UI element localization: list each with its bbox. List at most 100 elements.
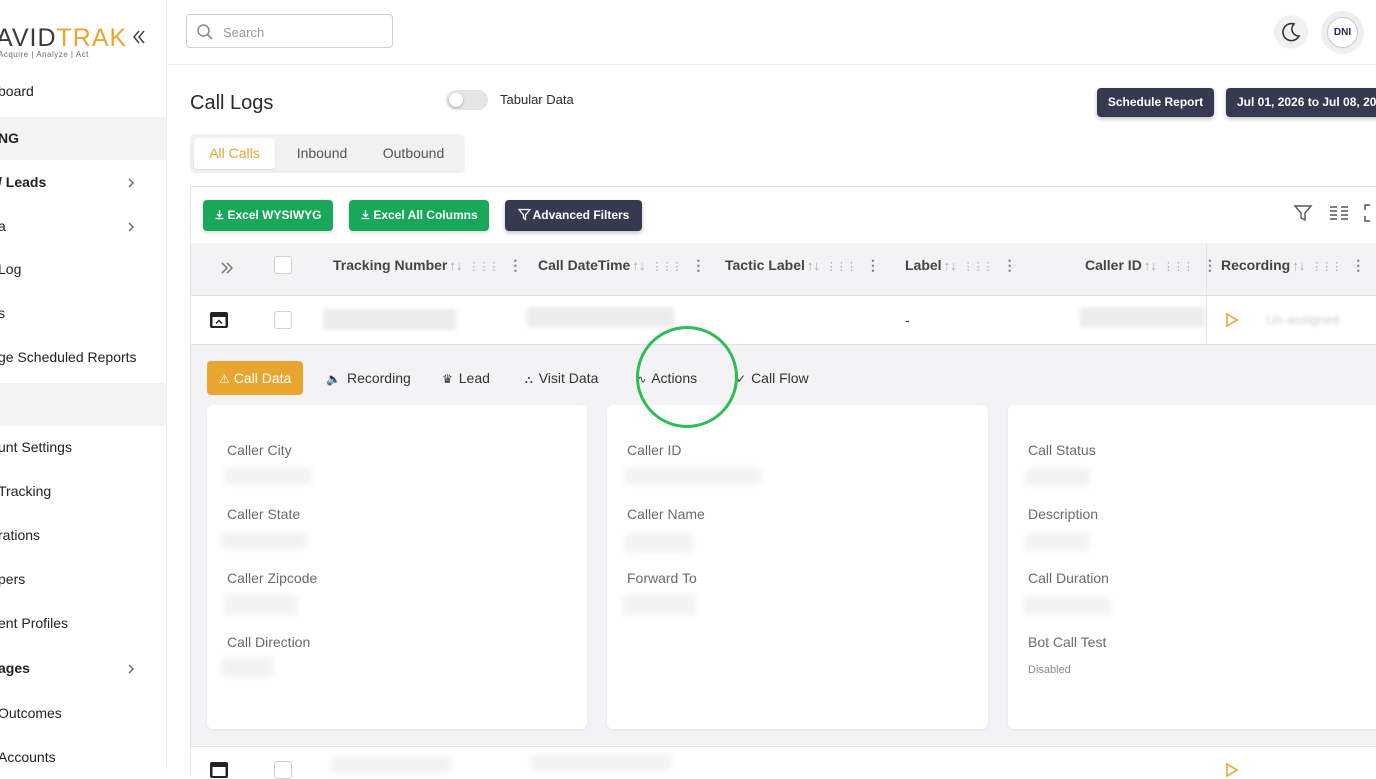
detail-tab-visit-data[interactable]: ⛬ Visit Data: [525, 361, 598, 395]
sidebar-item-call-log[interactable]: Log: [0, 250, 166, 290]
table-row[interactable]: Un-assigned: [191, 296, 1376, 345]
sidebar-section-tracking: NG: [0, 117, 166, 160]
caller-state-label: Caller State: [227, 506, 301, 522]
sort-icon[interactable]: ↑↓: [1144, 258, 1157, 273]
tabular-data-toggle[interactable]: [446, 90, 488, 110]
column-header-call-datetime[interactable]: Call DateTime ↑↓ ⋮⋮⋮ ⋮: [538, 257, 705, 274]
sidebar-item-account-settings[interactable]: unt Settings: [0, 428, 166, 468]
row-checkbox[interactable]: [274, 761, 292, 779]
logo: AVIDTRAK: [0, 24, 127, 53]
column-menu-icon[interactable]: ⋮: [691, 257, 705, 273]
advanced-filters-label: Advanced Filters: [532, 208, 630, 222]
download-icon: [214, 209, 225, 220]
sidebar-item-dashboard[interactable]: board: [0, 72, 166, 112]
columns-icon[interactable]: [1328, 202, 1350, 224]
warning-icon: ⚠: [219, 372, 230, 386]
play-recording-icon[interactable]: [1225, 762, 1239, 778]
call-data-card-caller: Caller ID Caller Name Forward To: [607, 405, 988, 729]
column-header-tracking-number[interactable]: Tracking Number ↑↓ ⋮⋮⋮ ⋮: [333, 257, 522, 274]
collapse-row-icon[interactable]: [209, 311, 229, 329]
detail-tab-recording[interactable]: 🔈 Recording: [326, 361, 411, 395]
header-divider: [166, 64, 1376, 65]
column-header-label[interactable]: Label ↑↓ ⋮⋮⋮ ⋮: [905, 257, 1017, 274]
column-menu-icon[interactable]: ⋮: [1203, 257, 1217, 273]
expand-all-icon[interactable]: [219, 260, 235, 276]
sidebar-item-label: unt Settings: [0, 439, 72, 455]
sidebar-item-reports[interactable]: s: [0, 294, 166, 334]
tab-inbound[interactable]: Inbound: [282, 138, 362, 169]
fullscreen-icon[interactable]: [1362, 202, 1376, 224]
sidebar-item-label: ages: [0, 660, 30, 676]
sort-icon[interactable]: ↑↓: [632, 258, 645, 273]
sort-icon[interactable]: ↑↓: [807, 258, 820, 273]
drag-handle-icon[interactable]: ⋮⋮⋮: [826, 261, 857, 273]
advanced-filters-button[interactable]: Advanced Filters: [505, 200, 642, 231]
excel-wysiwyg-button[interactable]: Excel WYSIWYG: [203, 200, 333, 231]
table-header: Tracking Number ↑↓ ⋮⋮⋮ ⋮ Call DateTime ↑↓ ⋮⋮⋮…: [191, 243, 1376, 296]
detail-tab-call-data[interactable]: ⚠ Call Data: [207, 361, 304, 395]
logo-text-avid: AVID: [0, 24, 57, 52]
sidebar-item-agent-profiles[interactable]: ent Profiles: [0, 604, 166, 644]
drag-handle-icon[interactable]: ⋮⋮⋮: [963, 261, 994, 273]
sidebar-item-label: s: [0, 305, 5, 321]
drag-handle-icon[interactable]: ⋮⋮⋮: [651, 261, 682, 273]
avatar[interactable]: DNI: [1321, 11, 1364, 54]
sidebar-item-accounts[interactable]: Accounts: [0, 738, 166, 769]
chevron-right-icon: [125, 220, 137, 234]
drag-handle-icon[interactable]: ⋮⋮⋮: [1311, 261, 1342, 273]
select-all-checkbox[interactable]: [274, 256, 292, 274]
recording-column-divider: [1206, 243, 1207, 344]
sidebar-item-manage-scheduled-reports[interactable]: ge Scheduled Reports: [0, 338, 166, 378]
play-recording-icon[interactable]: [1225, 312, 1239, 328]
detail-tab-call-flow[interactable]: ✓ Call Flow: [736, 361, 809, 395]
column-menu-icon[interactable]: ⋮: [508, 257, 522, 273]
sidebar-item-outcomes[interactable]: Outcomes: [0, 694, 166, 734]
detail-tab-lead[interactable]: ♛ Lead: [442, 361, 490, 395]
column-header-tactic-label[interactable]: Tactic Label ↑↓ ⋮⋮⋮ ⋮: [725, 257, 880, 274]
sort-icon[interactable]: ↑↓: [1292, 258, 1305, 273]
sidebar-item-numbers[interactable]: pers: [0, 560, 166, 600]
collapse-sidebar-icon[interactable]: [131, 26, 147, 48]
sidebar-item-tracking[interactable]: Tracking: [0, 472, 166, 512]
sort-icon[interactable]: ↑↓: [449, 258, 462, 273]
column-menu-icon[interactable]: ⋮: [1003, 257, 1017, 273]
tab-all-calls[interactable]: All Calls: [194, 138, 275, 169]
sidebar-item-integrations[interactable]: rations: [0, 516, 166, 556]
caller-zipcode-value: [225, 595, 297, 615]
filter-icon[interactable]: [1292, 202, 1314, 224]
row-checkbox[interactable]: [274, 311, 292, 329]
sidebar-item-data[interactable]: a: [0, 207, 166, 247]
trophy-icon: ♛: [442, 372, 453, 386]
excel-all-columns-button[interactable]: Excel All Columns: [349, 200, 489, 231]
column-label: Recording: [1221, 257, 1291, 273]
caller-state-value: [221, 533, 307, 549]
description-value: [1026, 533, 1090, 551]
caller-name-value: [625, 533, 693, 553]
table-row[interactable]: [191, 746, 1376, 779]
schedule-report-button[interactable]: Schedule Report: [1097, 88, 1214, 117]
column-header-caller-id[interactable]: Caller ID ↑↓ ⋮⋮⋮ ⋮: [1085, 257, 1217, 274]
forward-to-label: Forward To: [627, 570, 697, 586]
sidebar-item-calls-leads[interactable]: / Leads: [0, 163, 166, 203]
page-title: Call Logs: [190, 92, 274, 114]
drag-handle-icon[interactable]: ⋮⋮⋮: [1163, 261, 1194, 273]
expand-row-icon[interactable]: [209, 761, 229, 779]
column-header-recording[interactable]: Recording ↑↓ ⋮⋮⋮ ⋮: [1221, 257, 1365, 274]
column-menu-icon[interactable]: ⋮: [1351, 257, 1365, 273]
search-box: [186, 14, 393, 48]
tab-outbound[interactable]: Outbound: [370, 138, 457, 169]
drag-handle-icon[interactable]: ⋮⋮⋮: [468, 261, 499, 273]
column-menu-icon[interactable]: ⋮: [866, 257, 880, 273]
dark-mode-toggle[interactable]: [1274, 15, 1308, 49]
speaker-icon: 🔈: [326, 372, 341, 386]
call-data-card-location: Caller City Caller State Caller Zipcode …: [207, 405, 587, 729]
caller-id-value: [625, 468, 761, 484]
call-duration-label: Call Duration: [1028, 570, 1109, 586]
sidebar-item-label: rations: [0, 527, 41, 543]
search-input[interactable]: [221, 21, 385, 43]
sidebar-item-pages[interactable]: ages: [0, 649, 166, 689]
call-direction-label: Call Direction: [227, 634, 311, 650]
recording-status: Un-assigned: [1266, 312, 1339, 327]
sort-icon[interactable]: ↑↓: [944, 258, 957, 273]
date-range-button[interactable]: Jul 01, 2026 to Jul 08, 2026: [1226, 88, 1376, 117]
